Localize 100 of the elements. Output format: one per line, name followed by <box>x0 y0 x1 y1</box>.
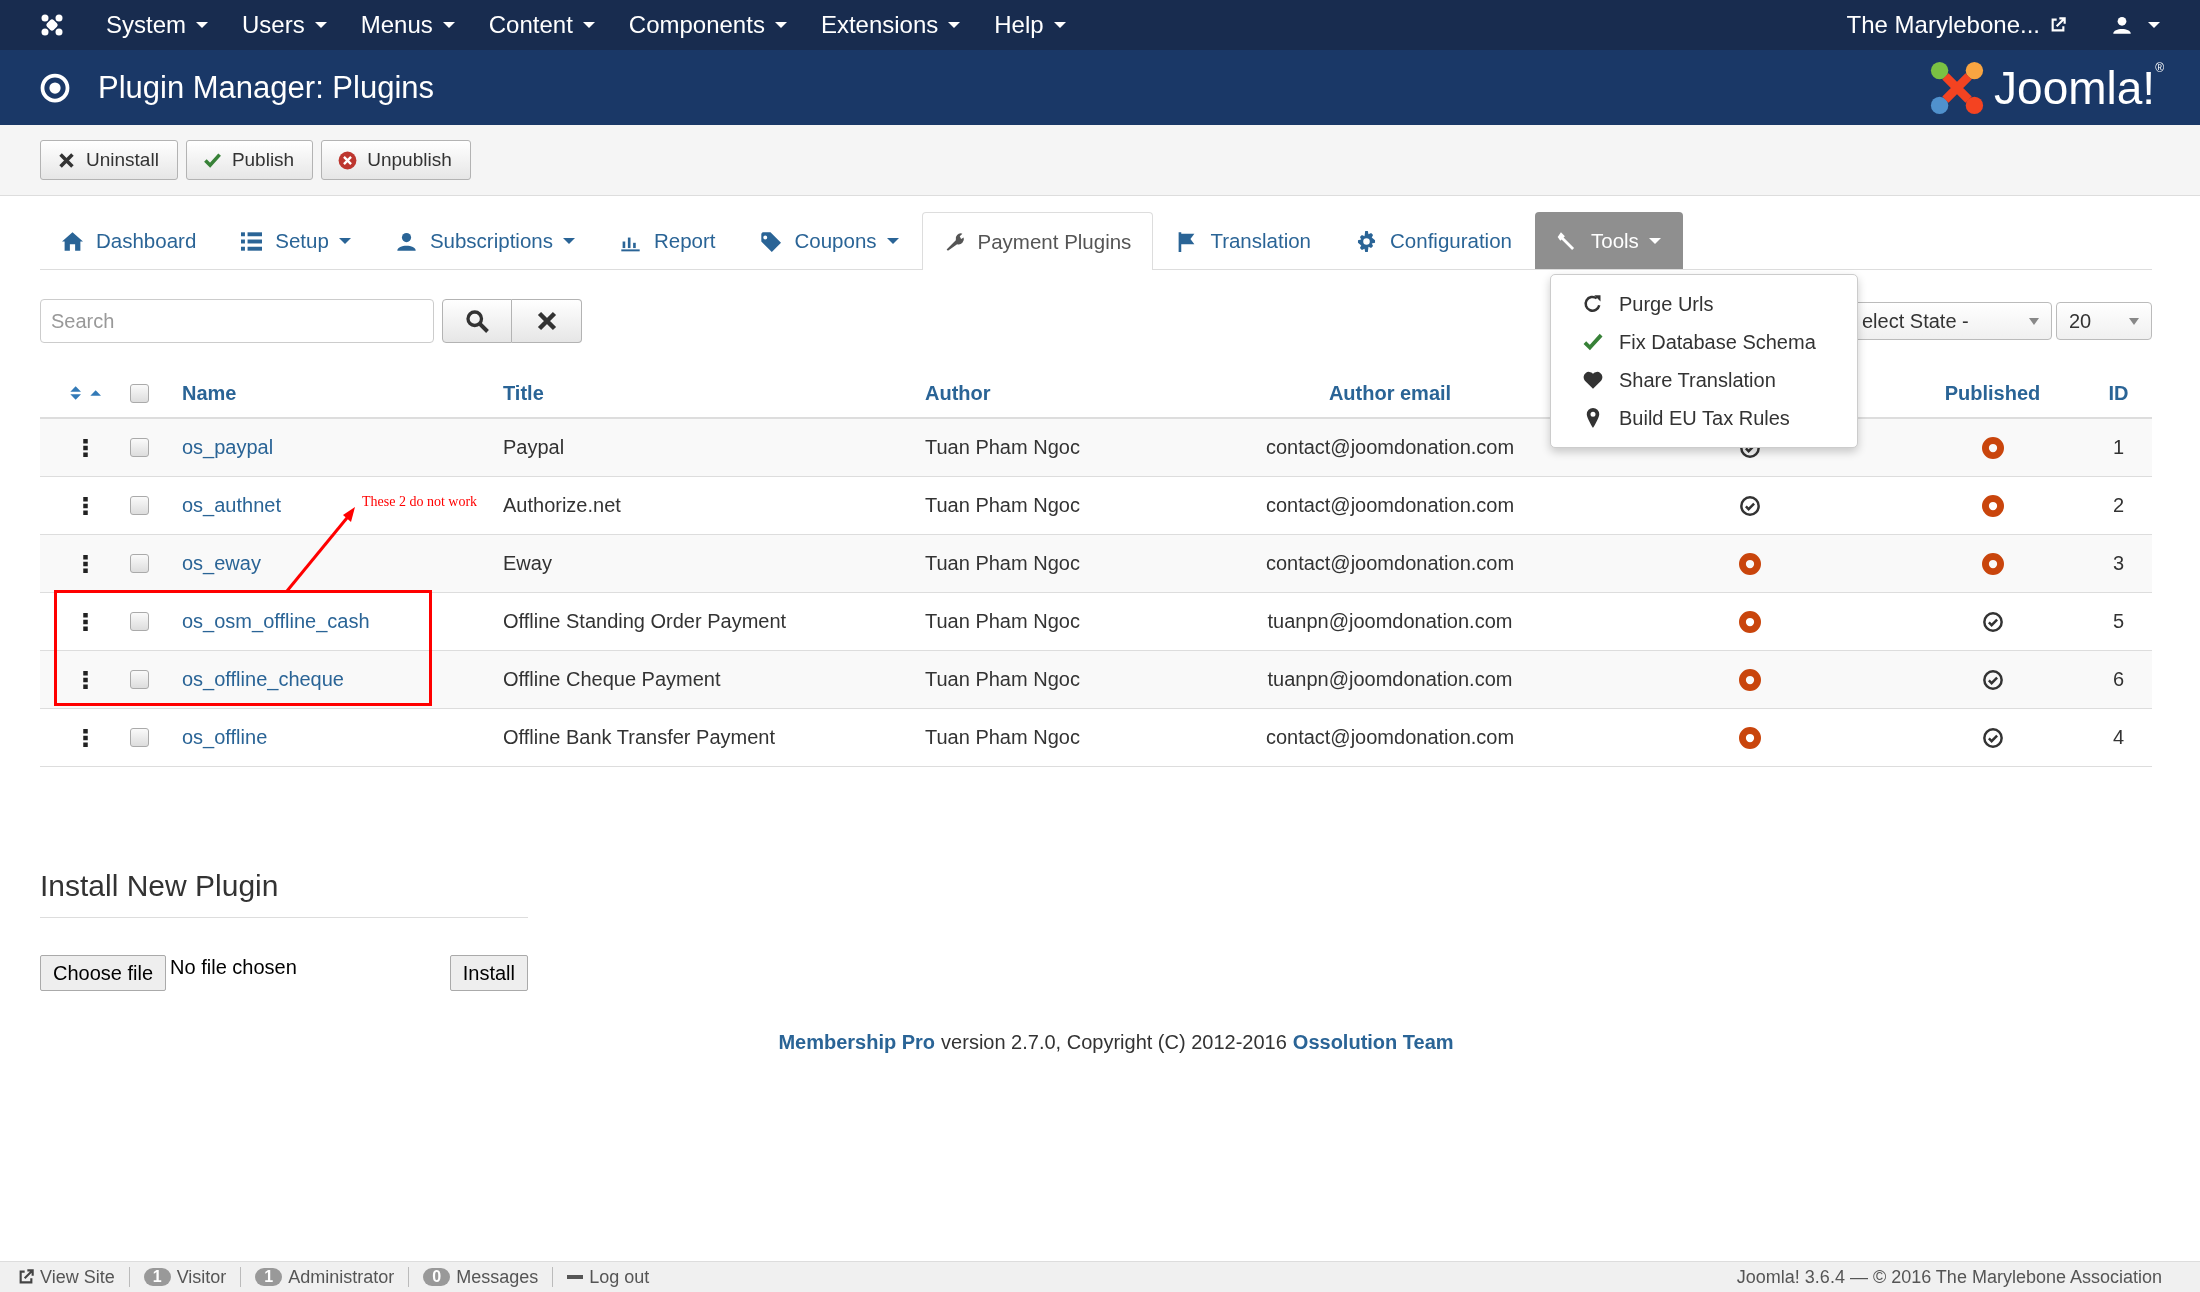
caret-icon[interactable] <box>2148 22 2160 28</box>
search-field[interactable]: Search <box>40 299 434 343</box>
caret-icon <box>314 22 327 28</box>
column-header[interactable]: ID <box>2108 381 2129 405</box>
menu-item[interactable]: Build EU Tax Rules <box>1551 399 1857 437</box>
home-icon <box>62 230 83 252</box>
site-link[interactable]: The Marylebone... <box>1846 11 2040 39</box>
row-checkbox[interactable] <box>130 554 149 573</box>
check-circle-icon[interactable] <box>1981 668 2004 691</box>
plugin-name-link[interactable]: os_offline <box>182 726 268 749</box>
tab[interactable]: Coupons <box>738 212 921 269</box>
check-circle-icon[interactable] <box>1981 726 2004 749</box>
column-header[interactable]: Author email <box>1328 381 1452 405</box>
tab[interactable]: Report <box>597 212 738 269</box>
caret-icon <box>948 22 961 28</box>
view-site-link[interactable]: View Site <box>40 1266 115 1288</box>
select-all-checkbox[interactable] <box>130 383 149 403</box>
check-circle-icon[interactable] <box>1739 494 1761 517</box>
logo-text: Joomla!$^{®}$ <box>1994 60 2164 115</box>
row-checkbox[interactable] <box>130 438 149 457</box>
drag-handle-icon[interactable] <box>82 554 88 573</box>
search-icon <box>465 309 489 333</box>
ring-icon[interactable] <box>1981 552 2004 575</box>
menu-item[interactable]: Share Translation <box>1551 361 1857 399</box>
menu-item[interactable]: Content <box>488 11 595 39</box>
cancel-circle-icon <box>338 150 358 170</box>
plugin-name-link[interactable]: os_osm_offline_cash <box>182 610 370 633</box>
table-cell: 5 <box>2112 610 2125 633</box>
table-cell: 4 <box>2112 726 2125 749</box>
menu-item[interactable]: Components <box>628 11 787 39</box>
plugin-name-link[interactable]: os_eway <box>182 552 261 575</box>
drag-handle-icon[interactable] <box>82 438 88 457</box>
ring-icon[interactable] <box>1739 610 1761 633</box>
ring-icon[interactable] <box>1981 436 2004 459</box>
drag-handle-icon[interactable] <box>82 670 88 689</box>
version-text: Joomla! 3.6.4 — © 2016 The Marylebone Association <box>1736 1266 2162 1288</box>
external-link-icon <box>2050 17 2066 33</box>
menu-item[interactable]: Help <box>994 11 1066 39</box>
status-link[interactable]: Messages <box>456 1266 539 1288</box>
menu-item[interactable]: Users <box>242 11 327 39</box>
status-link[interactable]: Administrator <box>288 1266 395 1288</box>
tab[interactable]: Payment Plugins <box>921 212 1154 270</box>
row-checkbox[interactable] <box>130 728 149 747</box>
logout-link[interactable]: Log out <box>589 1266 650 1288</box>
column-header[interactable]: Title <box>503 381 544 405</box>
table-cell: Tuan Pham Ngoc <box>925 610 1080 633</box>
check-circle-icon[interactable] <box>1981 610 2004 633</box>
toolbar-button[interactable]: Unpublish <box>321 140 471 180</box>
count-badge: 1 <box>255 1268 283 1286</box>
status-link[interactable]: Visitor <box>176 1266 227 1288</box>
caret-icon <box>774 22 787 28</box>
user-icon[interactable] <box>2112 15 2132 35</box>
tab[interactable]: Translation <box>1154 212 1334 269</box>
column-header[interactable]: Published <box>1944 381 2041 405</box>
row-checkbox[interactable] <box>130 670 149 689</box>
clear-button[interactable] <box>512 299 582 343</box>
table-cell: 1 <box>2112 436 2125 459</box>
tab[interactable]: Setup <box>219 212 373 269</box>
ring-icon[interactable] <box>1739 668 1761 691</box>
row-checkbox[interactable] <box>130 612 149 631</box>
tab[interactable]: Subscriptions <box>373 212 597 269</box>
tab[interactable]: Configuration <box>1334 212 1534 269</box>
refresh-icon <box>1583 294 1603 314</box>
team-link[interactable]: Ossolution Team <box>1292 1031 1454 1054</box>
table-cell: 2 <box>2112 494 2125 517</box>
column-header[interactable]: Name <box>182 381 237 405</box>
caret-icon <box>582 22 595 28</box>
toolbar-button[interactable]: Uninstall <box>40 140 178 180</box>
plugin-name-link[interactable]: os_paypal <box>182 436 274 459</box>
ring-icon[interactable] <box>1981 494 2004 517</box>
table-cell: Tuan Pham Ngoc <box>925 726 1080 749</box>
drag-handle-icon[interactable] <box>82 612 88 631</box>
toolbar-button[interactable]: Publish <box>185 140 314 180</box>
search-button[interactable] <box>442 299 512 343</box>
tag-icon <box>760 230 782 252</box>
file-status: No file chosen <box>170 955 298 979</box>
drag-handle-icon[interactable] <box>82 728 88 747</box>
menu-item[interactable]: System <box>106 11 208 39</box>
product-link[interactable]: Membership Pro <box>778 1031 936 1054</box>
plugin-name-link[interactable]: os_offline_cheque <box>182 668 344 691</box>
choose-file-button[interactable]: Choose file <box>40 955 167 991</box>
table-cell: Offline Bank Transfer Payment <box>503 726 775 749</box>
column-header[interactable]: Author <box>925 381 991 405</box>
install-button[interactable]: Install <box>449 955 528 991</box>
tab[interactable]: Dashboard <box>40 212 219 269</box>
ring-icon[interactable] <box>1739 726 1761 749</box>
user-icon <box>395 230 417 252</box>
page-title: Plugin Manager: Plugins <box>98 69 435 106</box>
page-size-select[interactable]: 20 <box>2056 302 2152 340</box>
menu-item[interactable]: Extensions <box>820 11 961 39</box>
table-cell: contact@joomdonation.com <box>1265 436 1515 459</box>
table-cell: Eway <box>503 552 552 575</box>
plugin-name-link[interactable]: os_authnet <box>182 494 281 517</box>
drag-handle-icon[interactable] <box>82 496 88 515</box>
row-checkbox[interactable] <box>130 496 149 515</box>
ring-icon[interactable] <box>1739 552 1761 575</box>
table-cell: contact@joomdonation.com <box>1265 552 1515 575</box>
menu-item[interactable]: Menus <box>360 11 455 39</box>
sort-icon[interactable] <box>67 385 103 401</box>
caret-icon <box>562 238 575 244</box>
